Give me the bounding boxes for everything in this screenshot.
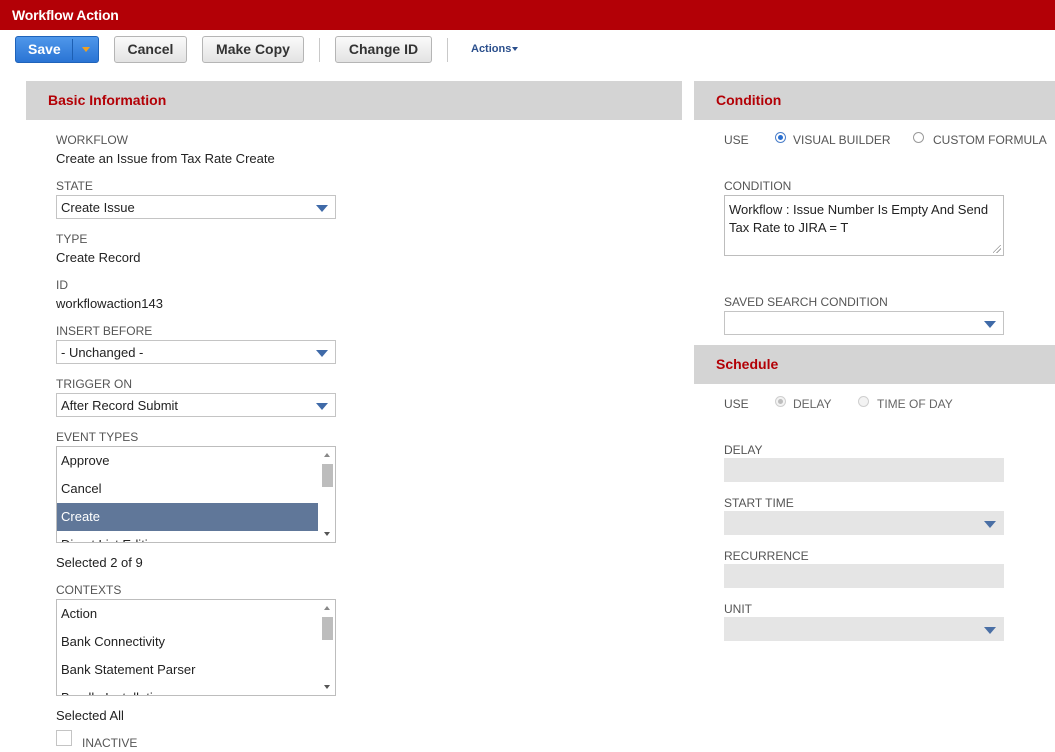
insert-before-select[interactable]: - Unchanged -: [56, 340, 336, 364]
recurrence-label: RECURRENCE: [724, 549, 809, 563]
event-type-option-selected[interactable]: Create: [57, 503, 318, 531]
toolbar-divider: [319, 38, 320, 62]
workflow-label: WORKFLOW: [56, 133, 128, 147]
time-of-day-radio[interactable]: [858, 396, 869, 407]
delay-input[interactable]: [724, 458, 1004, 482]
resize-grip-icon[interactable]: [993, 245, 1001, 253]
chevron-down-icon: [984, 627, 996, 634]
visual-builder-label: VISUAL BUILDER: [793, 133, 891, 147]
scroll-down-icon[interactable]: [324, 685, 330, 689]
delay-radio-label: DELAY: [793, 397, 832, 411]
chevron-down-icon: [316, 403, 328, 410]
chevron-down-icon: [984, 521, 996, 528]
visual-builder-radio[interactable]: [775, 132, 786, 143]
scroll-down-icon[interactable]: [324, 532, 330, 536]
delay-label: DELAY: [724, 443, 763, 457]
context-option[interactable]: Bank Statement Parser: [57, 656, 318, 684]
unit-label: UNIT: [724, 602, 752, 616]
contexts-count: Selected All: [56, 708, 124, 723]
recurrence-input[interactable]: [724, 564, 1004, 588]
event-type-option[interactable]: Approve: [57, 447, 318, 475]
condition-text: Workflow : Issue Number Is Empty And Sen…: [729, 202, 989, 235]
actions-menu[interactable]: Actions: [471, 43, 519, 55]
context-option[interactable]: Bundle Installation: [57, 684, 318, 695]
id-value: workflowaction143: [56, 296, 163, 311]
chevron-down-icon: [316, 205, 328, 212]
basic-information-header: Basic Information: [26, 81, 682, 120]
contexts-listbox[interactable]: Action Bank Connectivity Bank Statement …: [56, 599, 336, 696]
actions-menu-label: Actions: [471, 43, 512, 55]
unit-select[interactable]: [724, 617, 1004, 641]
context-option[interactable]: Bank Connectivity: [57, 628, 318, 656]
event-types-listbox[interactable]: Approve Cancel Create Direct List Editin…: [56, 446, 336, 543]
start-time-select[interactable]: [724, 511, 1004, 535]
trigger-on-select-value: After Record Submit: [61, 398, 179, 413]
state-label: STATE: [56, 179, 93, 193]
id-label: ID: [56, 278, 68, 292]
event-types-scrollbar[interactable]: [319, 447, 335, 542]
schedule-use-label: USE: [724, 397, 749, 411]
schedule-title: Schedule: [716, 356, 779, 372]
inactive-checkbox[interactable]: [56, 730, 72, 746]
state-select-value: Create Issue: [61, 200, 135, 215]
contexts-scrollbar[interactable]: [319, 600, 335, 695]
event-types-count: Selected 2 of 9: [56, 555, 143, 570]
state-select[interactable]: Create Issue: [56, 195, 336, 219]
condition-header: Condition: [694, 81, 1055, 120]
make-copy-button[interactable]: Make Copy: [202, 36, 304, 63]
workflow-value: Create an Issue from Tax Rate Create: [56, 151, 275, 166]
chevron-down-icon: [984, 321, 996, 328]
contexts-label: CONTEXTS: [56, 583, 122, 597]
trigger-on-select[interactable]: After Record Submit: [56, 393, 336, 417]
event-types-label: EVENT TYPES: [56, 430, 139, 444]
delay-radio[interactable]: [775, 396, 786, 407]
basic-information-title: Basic Information: [48, 92, 167, 108]
time-of-day-label: TIME OF DAY: [877, 397, 953, 411]
save-button-label: Save: [28, 41, 61, 57]
chevron-down-icon: [316, 350, 328, 357]
inactive-label: INACTIVE: [82, 736, 138, 750]
scroll-thumb[interactable]: [322, 617, 333, 640]
actions-caret-icon: [512, 47, 519, 52]
save-button[interactable]: Save: [15, 36, 99, 63]
condition-label: CONDITION: [724, 179, 792, 193]
save-dropdown-arrow-icon[interactable]: [73, 37, 99, 62]
change-id-button[interactable]: Change ID: [335, 36, 432, 63]
toolbar-divider: [447, 38, 448, 62]
condition-title: Condition: [716, 92, 782, 108]
condition-textarea[interactable]: Workflow : Issue Number Is Empty And Sen…: [724, 195, 1004, 256]
insert-before-select-value: - Unchanged -: [61, 345, 144, 360]
event-type-option[interactable]: Direct List Editing: [57, 531, 318, 542]
condition-use-label: USE: [724, 133, 749, 147]
custom-formula-label: CUSTOM FORMULA: [933, 133, 1047, 147]
custom-formula-radio[interactable]: [913, 132, 924, 143]
title-bar: Workflow Action: [0, 0, 1055, 30]
context-option[interactable]: Action: [57, 600, 318, 628]
schedule-header: Schedule: [694, 345, 1055, 384]
window-title: Workflow Action: [12, 7, 119, 23]
insert-before-label: INSERT BEFORE: [56, 324, 153, 338]
saved-search-condition-label: SAVED SEARCH CONDITION: [724, 295, 888, 309]
type-value: Create Record: [56, 250, 141, 265]
trigger-on-label: TRIGGER ON: [56, 377, 133, 391]
scroll-up-icon[interactable]: [324, 453, 330, 457]
event-type-option[interactable]: Cancel: [57, 475, 318, 503]
scroll-up-icon[interactable]: [324, 606, 330, 610]
scroll-thumb[interactable]: [322, 464, 333, 487]
start-time-label: START TIME: [724, 496, 794, 510]
saved-search-condition-select[interactable]: [724, 311, 1004, 335]
type-label: TYPE: [56, 232, 88, 246]
cancel-button[interactable]: Cancel: [114, 36, 187, 63]
